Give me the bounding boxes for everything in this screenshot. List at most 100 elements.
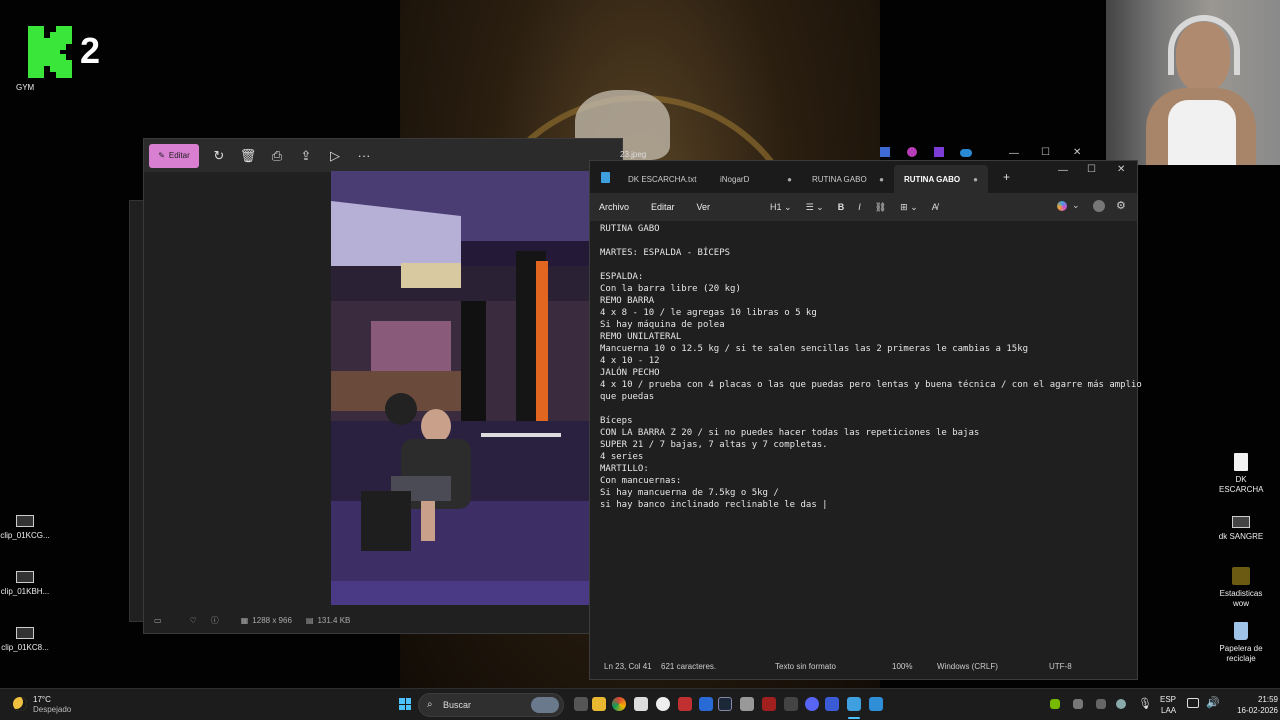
gym-photo-illustration [331, 171, 591, 605]
character-count: 621 caracteres. [661, 662, 717, 671]
notepad-maximize-icon[interactable]: ☐ [1087, 164, 1096, 175]
clock-date[interactable]: 16-02-2026 [1222, 706, 1278, 716]
app-icon[interactable] [825, 697, 839, 711]
designer-icon[interactable] [933, 147, 944, 157]
line-ending[interactable]: Windows (CRLF) [937, 662, 998, 671]
clipchamp-icon[interactable] [906, 147, 917, 157]
heading-dropdown[interactable]: H1 ⌄ [770, 202, 792, 213]
windows-start-icon[interactable] [399, 698, 411, 710]
network-icon[interactable] [1187, 698, 1199, 708]
discord-icon[interactable] [805, 697, 819, 711]
weather-temperature[interactable]: 17°C [33, 695, 51, 705]
app-icon[interactable] [740, 697, 754, 711]
desktop-icon-clip-3[interactable]: clip_01KC8... [0, 627, 60, 653]
task-view-icon[interactable] [574, 697, 588, 711]
menu-ver[interactable]: Ver [697, 202, 711, 212]
favorite-icon[interactable]: ♡ [190, 616, 197, 625]
pen-icon[interactable] [880, 147, 890, 157]
tab-dk-escarcha[interactable]: DK ESCARCHA.txt [618, 165, 710, 193]
more-options-icon[interactable]: ··· [350, 144, 378, 168]
terminal-icon[interactable] [699, 697, 713, 711]
desktop-icon-clip-2[interactable]: clip_01KBH... [0, 571, 60, 597]
dimensions-icon: ▦ [240, 615, 249, 625]
tab-rutina-gabo-1[interactable]: RUTINA GABO ● [802, 165, 894, 193]
app-icon[interactable] [762, 697, 776, 711]
chevron-down-icon[interactable]: ⌄ [1072, 200, 1080, 211]
desktop-icon-label: DK ESCARCHA [1219, 475, 1264, 494]
search-icon: ⌕ [427, 699, 433, 710]
encoding[interactable]: UTF-8 [1049, 662, 1072, 671]
menu-editar[interactable]: Editar [651, 202, 675, 212]
app-icon[interactable] [784, 697, 798, 711]
account-icon[interactable] [1093, 200, 1105, 212]
info-icon[interactable]: ⓘ [211, 615, 219, 626]
photos-close-icon[interactable]: ✕ [1073, 147, 1081, 158]
chrome-icon[interactable] [612, 697, 626, 711]
italic-icon[interactable]: I [858, 202, 861, 212]
clock-time[interactable]: 21:59 [1240, 695, 1278, 705]
print-icon[interactable]: ⎙ [263, 144, 291, 168]
store-icon[interactable] [634, 697, 648, 711]
slideshow-icon[interactable]: ▷ [321, 144, 349, 168]
app-icon[interactable] [678, 697, 692, 711]
desktop-icon-clip-1[interactable]: clip_01KCG... [0, 515, 60, 541]
language-top[interactable]: ESP [1160, 695, 1176, 705]
new-tab-icon[interactable]: + [1003, 170, 1010, 184]
photos-minimize-icon[interactable]: — [1009, 148, 1019, 159]
video-file-icon [16, 571, 34, 583]
bold-icon[interactable]: B [838, 202, 845, 212]
delete-icon[interactable]: 🗑 [234, 144, 262, 168]
notepad-status-bar: Ln 23, Col 41 621 caracteres. Texto sin … [590, 653, 1137, 679]
tab-rutina-gabo-active[interactable]: RUTINA GABO ● [894, 165, 988, 193]
chevron-down-icon: ⌄ [784, 201, 792, 212]
moon-weather-icon [13, 697, 27, 711]
photos-taskbar-icon[interactable] [869, 697, 883, 711]
unsaved-dot-icon: ● [973, 174, 978, 184]
copilot-icon[interactable] [1057, 201, 1067, 211]
zoom-level[interactable]: 100% [892, 662, 912, 671]
file-size-icon: ▤ [305, 615, 314, 625]
share-icon[interactable]: ⇪ [292, 144, 320, 168]
taskbar-search[interactable]: ⌕ Buscar [418, 693, 564, 717]
kick-logo: 2 GYM [16, 26, 116, 96]
desktop-icon-dk-sangre[interactable]: dk SANGRE [1206, 516, 1276, 542]
desktop-icon-label: Estadisticas wow [1219, 589, 1263, 608]
steam-tray-icon[interactable] [1116, 699, 1126, 709]
desktop-icon-papelera[interactable]: Papelera de reciclaje [1206, 622, 1276, 664]
language-bottom[interactable]: LAA [1161, 706, 1176, 716]
filmstrip-icon[interactable]: ▭ [154, 616, 162, 625]
steam-icon[interactable] [718, 697, 732, 711]
link-icon[interactable]: ⛓ [875, 202, 886, 213]
nvidia-icon[interactable] [1050, 699, 1060, 709]
notepad-text-area[interactable]: RUTINA GABO MARTES: ESPALDA - BÍCEPS ESP… [600, 223, 1142, 511]
github-icon[interactable] [656, 697, 670, 711]
rotate-icon[interactable]: ↻ [205, 144, 233, 168]
notepad-close-icon[interactable]: ✕ [1117, 164, 1125, 175]
video-file-icon [1232, 516, 1250, 528]
notepad-taskbar-icon[interactable] [847, 697, 861, 711]
photos-maximize-icon[interactable]: ☐ [1041, 147, 1050, 158]
notepad-minimize-icon[interactable]: — [1058, 165, 1068, 176]
desktop-icon-dk-escarcha[interactable]: DK ESCARCHA [1206, 453, 1276, 495]
tray-icon[interactable] [1073, 699, 1083, 709]
table-dropdown[interactable]: ⊞ ⌄ [900, 202, 918, 213]
volume-icon[interactable]: 🔊 [1206, 696, 1220, 709]
file-explorer-icon[interactable] [592, 697, 606, 711]
onedrive-icon[interactable] [960, 149, 973, 157]
taskbar: 17°C Despejado ⌕ Buscar 🎙 ESP LAA 🔊 21:5… [0, 688, 1280, 720]
photos-window: ✎ Editar ↻ 🗑 ⎙ ⇪ ▷ ··· 23.jpeg ▭ ♡ ⓘ ▦ 1… [143, 138, 646, 634]
weather-description[interactable]: Despejado [33, 705, 71, 715]
clear-format-icon[interactable]: A̸ [932, 202, 938, 212]
tab-inogard[interactable]: iNogarD ● [710, 165, 802, 193]
menu-archivo[interactable]: Archivo [599, 202, 629, 212]
tray-icon[interactable] [1096, 699, 1106, 709]
desktop-icon-label: clip_01KC8... [1, 643, 49, 652]
desktop-icon-estadisticas[interactable]: Estadisticas wow [1206, 567, 1276, 609]
microphone-icon[interactable]: 🎙 [1138, 697, 1152, 710]
recycle-bin-icon [1234, 622, 1248, 640]
photos-window-title: 23.jpeg [620, 150, 647, 159]
edit-icon: ✎ [158, 151, 165, 160]
edit-button[interactable]: ✎ Editar [149, 143, 199, 168]
settings-gear-icon[interactable]: ⚙ [1116, 199, 1126, 212]
list-dropdown[interactable]: ☰ ⌄ [806, 202, 824, 213]
